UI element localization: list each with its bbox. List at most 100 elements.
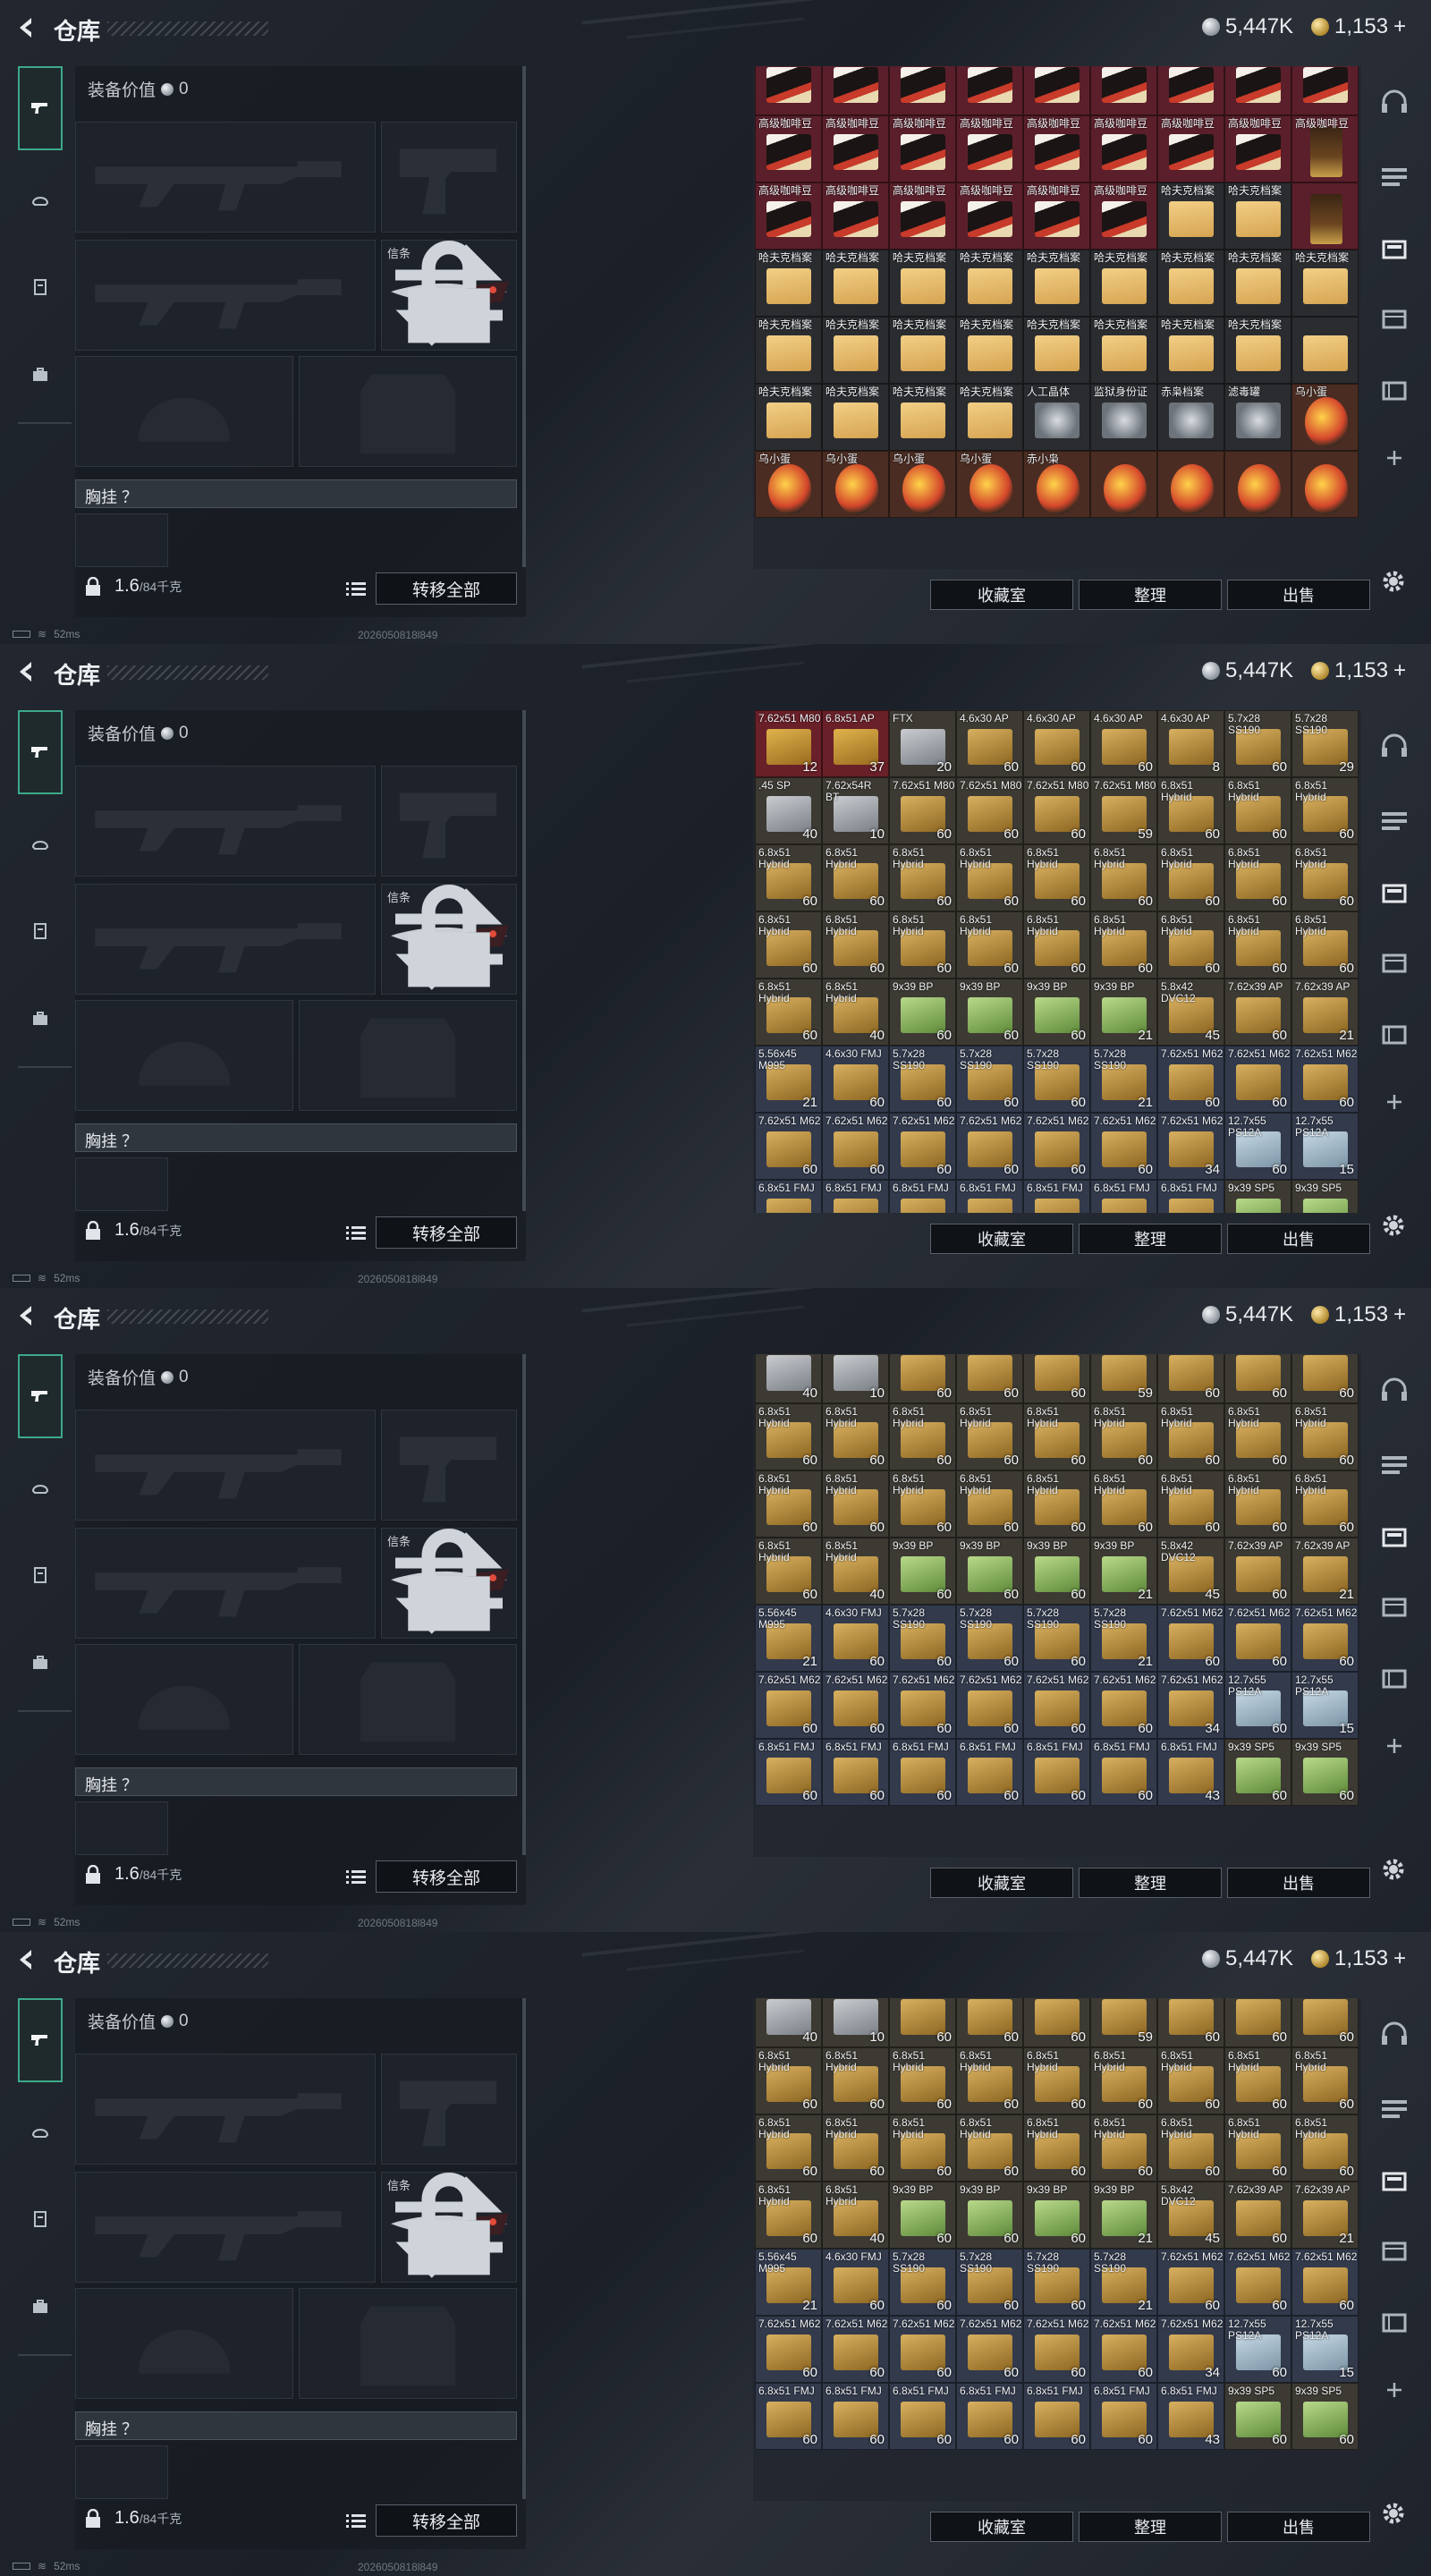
- storage-item[interactable]: 6.8x51 Hybrid 60: [956, 1470, 1023, 1538]
- storage-item[interactable]: 哈夫克档案: [1157, 250, 1224, 317]
- tab-case-2[interactable]: [1376, 1016, 1413, 1052]
- storage-item[interactable]: 7.62x51 M80 60: [956, 777, 1023, 844]
- storage-item[interactable]: 7.62x39 AP 60: [1224, 979, 1291, 1046]
- storage-item[interactable]: 6.8x51 Hybrid 60: [1090, 2047, 1157, 2114]
- chest-rig-row[interactable]: 胸挂 ？: [75, 1767, 517, 1796]
- tab-headset[interactable]: [1376, 728, 1413, 764]
- add-tab-button[interactable]: [1376, 2372, 1413, 2408]
- storage-item[interactable]: 哈夫克档案: [889, 250, 956, 317]
- storage-item[interactable]: 60: [1157, 1998, 1224, 2047]
- chest-rig-slot[interactable]: [75, 1157, 168, 1211]
- storage-item[interactable]: 5.7x28 SS190 60: [1023, 1605, 1090, 1672]
- storage-item[interactable]: 9x39 BP 21: [1090, 979, 1157, 1046]
- storage-item[interactable]: 6.8x51 FMJ 60: [822, 2383, 889, 2450]
- storage-item[interactable]: 人工晶体: [1023, 384, 1090, 451]
- storage-item[interactable]: 6.8x51 Hybrid 60: [889, 911, 956, 979]
- gold-currency[interactable]: 1,153 +: [1311, 1946, 1406, 1971]
- tab-ammo[interactable]: [1376, 231, 1413, 267]
- transfer-all-button[interactable]: 转移全部: [376, 2504, 517, 2537]
- storage-item[interactable]: 9x39 SP5 60: [1291, 2383, 1359, 2450]
- nav-backpack[interactable]: [18, 2284, 63, 2329]
- storage-item[interactable]: 4.6x30 AP 8: [1157, 710, 1224, 777]
- storage-item[interactable]: 6.8x51 Hybrid 60: [822, 1403, 889, 1470]
- storage-item[interactable]: 5.56x45 M995 21: [755, 1605, 822, 1672]
- storage-item[interactable]: 7.62x51 M62 60: [1090, 2316, 1157, 2383]
- storage-item[interactable]: 6.8x51 Hybrid 60: [822, 2114, 889, 2182]
- storage-item[interactable]: 7.62x51 M62 60: [822, 2316, 889, 2383]
- storage-item[interactable]: 6.8x51 Hybrid 60: [1157, 2114, 1224, 2182]
- back-button[interactable]: [14, 1947, 39, 1972]
- sell-button[interactable]: 出售: [1227, 2512, 1370, 2542]
- storage-item[interactable]: 滤毒罐: [1224, 384, 1291, 451]
- tab-ammo[interactable]: [1376, 875, 1413, 911]
- storage-item[interactable]: 6.8x51 Hybrid 40: [822, 1538, 889, 1605]
- storage-item[interactable]: 7.62x39 AP 21: [1291, 979, 1359, 1046]
- storage-item[interactable]: 5.7x28 SS190 60: [1224, 710, 1291, 777]
- storage-item[interactable]: 12.7x55 PS12A 15: [1291, 2316, 1359, 2383]
- tab-case[interactable]: [1376, 301, 1413, 336]
- storage-item[interactable]: 6.8x51 Hybrid 60: [889, 1470, 956, 1538]
- collection-button[interactable]: 收藏室: [930, 2512, 1073, 2542]
- storage-item[interactable]: 9x39 SP5: [1291, 1180, 1359, 1213]
- storage-item[interactable]: 哈夫克档案: [1090, 317, 1157, 384]
- nav-vest[interactable]: [18, 2197, 63, 2241]
- tab-case-2[interactable]: [1376, 1660, 1413, 1696]
- storage-item[interactable]: 6.8x51 Hybrid 60: [755, 1538, 822, 1605]
- storage-item[interactable]: 59: [1090, 1998, 1157, 2047]
- storage-item[interactable]: 6.8x51 Hybrid 60: [1224, 2047, 1291, 2114]
- nav-weapons[interactable]: [18, 1998, 63, 2082]
- storage-item[interactable]: 6.8x51 Hybrid 60: [1224, 844, 1291, 911]
- secondary-weapon-slot[interactable]: [75, 884, 376, 995]
- nav-backpack[interactable]: [18, 352, 63, 397]
- storage-item[interactable]: 6.8x51 Hybrid 60: [1224, 1403, 1291, 1470]
- storage-item[interactable]: 12.7x55 PS12A 60: [1224, 1672, 1291, 1739]
- storage-item[interactable]: 9x39 BP 60: [889, 2182, 956, 2249]
- nav-weapons[interactable]: [18, 710, 63, 794]
- nav-helmet[interactable]: [18, 821, 63, 866]
- storage-item[interactable]: 7.62x51 M62 60: [1157, 1046, 1224, 1113]
- storage-item[interactable]: 9x39 SP5: [1224, 1180, 1291, 1213]
- storage-item[interactable]: 哈夫克档案: [1224, 250, 1291, 317]
- storage-item[interactable]: 60: [889, 1354, 956, 1403]
- gold-currency[interactable]: 1,153 +: [1311, 1302, 1406, 1327]
- storage-item[interactable]: 7.62x51 M80 60: [889, 777, 956, 844]
- pistol-slot[interactable]: [381, 766, 517, 877]
- storage-item[interactable]: 高级咖啡豆: [1023, 182, 1090, 250]
- tab-case[interactable]: [1376, 945, 1413, 980]
- storage-item[interactable]: 哈夫克档案: [1090, 250, 1157, 317]
- storage-item[interactable]: 6.8x51 Hybrid 60: [1023, 2114, 1090, 2182]
- storage-item[interactable]: 7.62x51 M80 12: [755, 710, 822, 777]
- storage-item[interactable]: 6.8x51 Hybrid 60: [1023, 844, 1090, 911]
- armor-slot[interactable]: [299, 356, 517, 467]
- storage-item[interactable]: 6.8x51 FMJ 60: [1090, 1739, 1157, 1806]
- armor-slot[interactable]: [299, 1644, 517, 1755]
- storage-item[interactable]: 6.8x51 FMJ 60: [1023, 1739, 1090, 1806]
- add-gold-button[interactable]: +: [1393, 1946, 1406, 1971]
- storage-item[interactable]: .45 SP 40: [755, 777, 822, 844]
- tab-case[interactable]: [1376, 1589, 1413, 1624]
- armor-slot[interactable]: [299, 2288, 517, 2399]
- transfer-all-button[interactable]: 转移全部: [376, 1216, 517, 1249]
- storage-item[interactable]: 6.8x51 Hybrid 60: [1023, 1470, 1090, 1538]
- storage-item[interactable]: 12.7x55 PS12A 15: [1291, 1672, 1359, 1739]
- storage-item[interactable]: 5.7x28 SS190 60: [1023, 2249, 1090, 2316]
- storage-item[interactable]: 9x39 SP5 60: [1224, 2383, 1291, 2450]
- storage-item[interactable]: 6.8x51 Hybrid 60: [1090, 1470, 1157, 1538]
- storage-item[interactable]: 6.8x51 Hybrid 60: [1224, 911, 1291, 979]
- storage-item[interactable]: 6.8x51 FMJ: [1023, 1180, 1090, 1213]
- storage-item[interactable]: 7.62x51 M62 60: [1157, 2249, 1224, 2316]
- storage-item[interactable]: 高级咖啡豆: [1291, 115, 1359, 182]
- chest-rig-slot[interactable]: [75, 513, 168, 567]
- storage-item[interactable]: 60: [956, 1998, 1023, 2047]
- storage-item[interactable]: 6.8x51 FMJ 60: [755, 1739, 822, 1806]
- chest-rig-slot[interactable]: [75, 2445, 168, 2499]
- storage-item[interactable]: 6.8x51 Hybrid 60: [1090, 1403, 1157, 1470]
- storage-item[interactable]: 9x39 BP 60: [956, 979, 1023, 1046]
- storage-item[interactable]: [1090, 451, 1157, 518]
- storage-item[interactable]: 12.7x55 PS12A 60: [1224, 1113, 1291, 1180]
- helmet-slot[interactable]: [75, 2288, 293, 2399]
- nav-vest[interactable]: [18, 1553, 63, 1597]
- storage-item[interactable]: 7.62x51 M62 60: [755, 1113, 822, 1180]
- equipment-scrollbar[interactable]: [522, 66, 526, 567]
- storage-item[interactable]: 7.62x51 M62 60: [1224, 1605, 1291, 1672]
